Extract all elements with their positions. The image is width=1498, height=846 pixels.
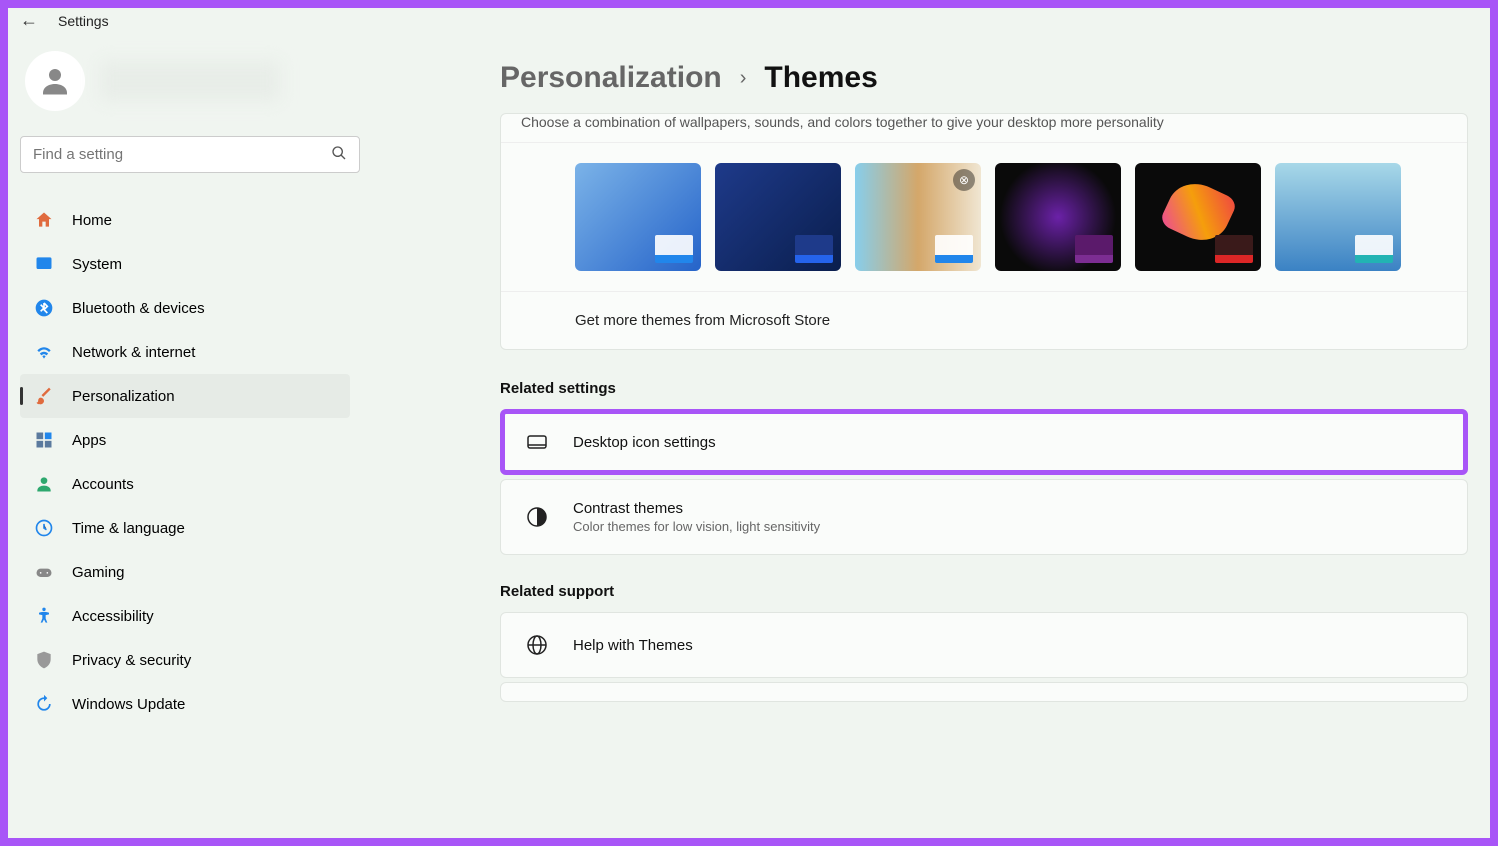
nav-label: Bluetooth & devices — [72, 300, 205, 317]
theme-thumbnail[interactable] — [715, 163, 841, 271]
theme-thumbnail[interactable] — [575, 163, 701, 271]
search-icon — [331, 145, 347, 164]
user-name-redacted — [100, 61, 280, 101]
bluetooth-icon — [34, 298, 54, 318]
nav-label: Home — [72, 212, 112, 229]
system-icon — [34, 254, 54, 274]
sidebar-item-accounts[interactable]: Accounts — [20, 462, 350, 506]
nav-label: Privacy & security — [72, 652, 191, 669]
search-input[interactable] — [33, 146, 331, 163]
back-button[interactable]: ← — [20, 10, 38, 31]
sidebar-item-update[interactable]: Windows Update — [20, 682, 350, 726]
gaming-icon — [34, 562, 54, 582]
main-content: Personalization › Themes Choose a combin… — [370, 41, 1498, 837]
support-extra-card[interactable] — [500, 682, 1468, 702]
themes-description: Choose a combination of wallpapers, soun… — [501, 114, 1467, 142]
theme-badge-icon: ⊗ — [953, 169, 975, 191]
section-title: Related settings — [500, 380, 1468, 397]
more-themes-link[interactable]: Get more themes from Microsoft Store — [501, 291, 1467, 349]
setting-title: Help with Themes — [573, 637, 693, 654]
desktop-icon-settings-button[interactable]: Desktop icon settings — [500, 409, 1468, 475]
nav-label: Accessibility — [72, 608, 154, 625]
theme-thumbnail[interactable]: ⊗ — [855, 163, 981, 271]
nav-label: Personalization — [72, 388, 175, 405]
sidebar-item-time[interactable]: Time & language — [20, 506, 350, 550]
home-icon — [34, 210, 54, 230]
help-themes-button[interactable]: Help with Themes — [500, 612, 1468, 678]
sidebar-item-privacy[interactable]: Privacy & security — [20, 638, 350, 682]
nav-label: Windows Update — [72, 696, 185, 713]
globe-icon — [525, 633, 549, 657]
apps-icon — [34, 430, 54, 450]
desktop-icon — [525, 430, 549, 454]
brush-icon — [34, 386, 54, 406]
clock-icon — [34, 518, 54, 538]
sidebar-item-personalization[interactable]: Personalization — [20, 374, 350, 418]
update-icon — [34, 694, 54, 714]
theme-thumbnail[interactable] — [1275, 163, 1401, 271]
app-title: Settings — [58, 13, 109, 29]
sidebar: Home System Bluetooth & devices Network … — [0, 41, 370, 837]
related-support-section: Related support Help with Themes — [500, 583, 1468, 702]
section-title: Related support — [500, 583, 1468, 600]
sidebar-item-accessibility[interactable]: Accessibility — [20, 594, 350, 638]
sidebar-item-system[interactable]: System — [20, 242, 350, 286]
shield-icon — [34, 650, 54, 670]
sidebar-item-network[interactable]: Network & internet — [20, 330, 350, 374]
nav-list: Home System Bluetooth & devices Network … — [20, 198, 350, 726]
nav-label: Network & internet — [72, 344, 195, 361]
contrast-themes-button[interactable]: Contrast themes Color themes for low vis… — [500, 479, 1468, 555]
sidebar-item-home[interactable]: Home — [20, 198, 350, 242]
contrast-icon — [525, 505, 549, 529]
breadcrumb: Personalization › Themes — [500, 61, 1468, 95]
setting-title: Contrast themes — [573, 500, 820, 517]
theme-thumbnail[interactable] — [1135, 163, 1261, 271]
breadcrumb-parent[interactable]: Personalization — [500, 61, 722, 95]
related-settings-section: Related settings Desktop icon settings C… — [500, 380, 1468, 555]
sidebar-item-gaming[interactable]: Gaming — [20, 550, 350, 594]
sidebar-item-apps[interactable]: Apps — [20, 418, 350, 462]
nav-label: System — [72, 256, 122, 273]
breadcrumb-current: Themes — [764, 61, 877, 95]
nav-label: Gaming — [72, 564, 125, 581]
nav-label: Time & language — [72, 520, 185, 537]
chevron-right-icon: › — [740, 67, 747, 90]
header-bar: ← Settings — [0, 0, 1498, 41]
themes-row: ⊗ — [501, 142, 1467, 291]
wifi-icon — [34, 342, 54, 362]
themes-card: Choose a combination of wallpapers, soun… — [500, 113, 1468, 350]
avatar — [25, 51, 85, 111]
nav-label: Apps — [72, 432, 106, 449]
search-box[interactable] — [20, 136, 360, 173]
person-icon — [34, 474, 54, 494]
nav-label: Accounts — [72, 476, 134, 493]
setting-title: Desktop icon settings — [573, 434, 716, 451]
theme-thumbnail[interactable] — [995, 163, 1121, 271]
accessibility-icon — [34, 606, 54, 626]
setting-subtitle: Color themes for low vision, light sensi… — [573, 519, 820, 534]
user-section[interactable] — [20, 51, 350, 111]
sidebar-item-bluetooth[interactable]: Bluetooth & devices — [20, 286, 350, 330]
